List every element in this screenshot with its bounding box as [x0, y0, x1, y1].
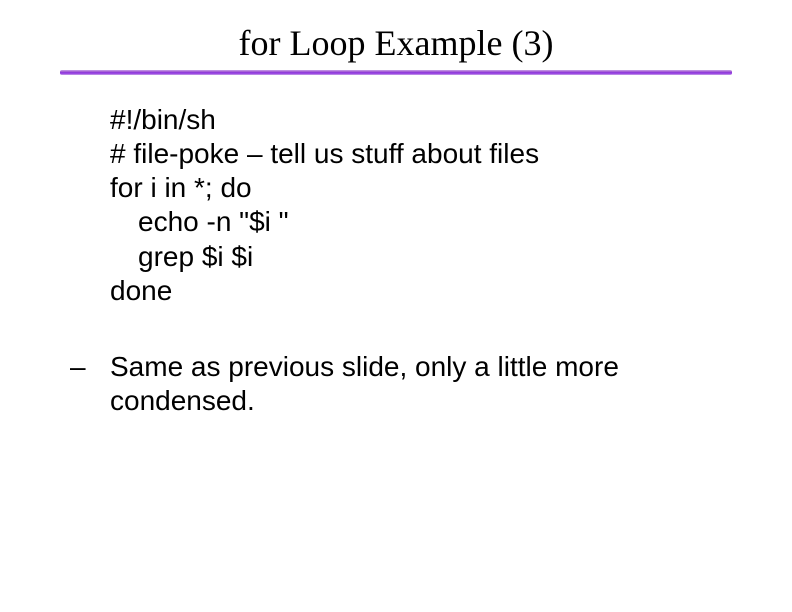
slide: for Loop Example (3) #!/bin/sh # file-po…: [0, 0, 792, 612]
code-line: # file-poke – tell us stuff about files: [110, 137, 732, 171]
code-line: for i in *; do: [110, 171, 732, 205]
code-block: #!/bin/sh # file-poke – tell us stuff ab…: [110, 103, 732, 308]
code-line: done: [110, 274, 732, 308]
title-underline: [60, 70, 732, 75]
bullet-dash: –: [70, 350, 110, 384]
bullet-text: Same as previous slide, only a little mo…: [110, 350, 732, 418]
slide-content: #!/bin/sh # file-poke – tell us stuff ab…: [0, 103, 792, 418]
code-line: grep $i $i: [138, 240, 732, 274]
bullet-item: – Same as previous slide, only a little …: [70, 350, 732, 418]
slide-title: for Loop Example (3): [0, 22, 792, 64]
code-line: #!/bin/sh: [110, 103, 732, 137]
code-line: echo -n "$i ": [138, 205, 732, 239]
